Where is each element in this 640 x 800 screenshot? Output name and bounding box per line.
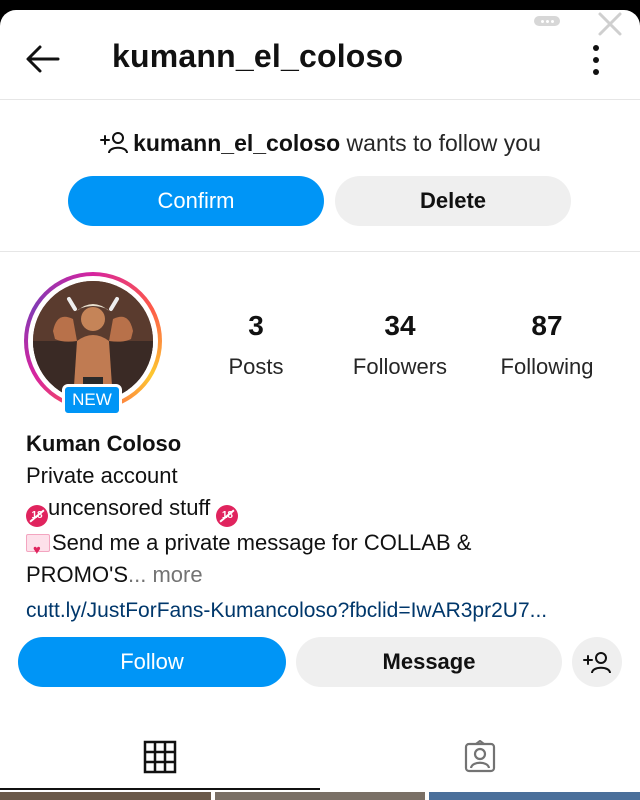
following-label: Following <box>500 354 594 379</box>
request-message: wants to follow you <box>340 130 541 156</box>
bio-line: Send me a private message for COLLAB & <box>26 527 626 566</box>
page-title: kumann_el_coloso <box>112 38 404 74</box>
post-thumbnail[interactable] <box>429 792 640 800</box>
followers-stat[interactable]: 34 Followers <box>344 310 456 380</box>
no-under-18-icon: 18 <box>216 505 239 527</box>
following-count: 87 <box>531 310 563 341</box>
love-letter-icon <box>26 534 50 566</box>
posts-count: 3 <box>248 310 264 341</box>
following-stat[interactable]: 87 Following <box>492 310 602 380</box>
posts-label: Posts <box>228 354 284 379</box>
followers-label: Followers <box>352 354 448 379</box>
follow-request-text: kumann_el_coloso wants to follow you <box>0 130 640 157</box>
new-badge: NEW <box>62 384 122 416</box>
more-link[interactable]: ... more <box>128 562 203 587</box>
follow-request-banner: kumann_el_coloso wants to follow you Con… <box>0 100 640 252</box>
bio-line-text: PROMO'S <box>26 562 128 587</box>
no-under-18-icon: 18 <box>26 505 48 527</box>
person-add-icon <box>583 652 611 674</box>
tab-posts-grid[interactable] <box>0 732 320 790</box>
bio-line: Private account <box>26 463 178 488</box>
suggested-users-button[interactable] <box>572 637 622 687</box>
bio-line-text: Send me a private message for COLLAB & <box>52 530 472 555</box>
follow-button[interactable]: Follow <box>18 637 286 687</box>
display-name: Kuman Coloso <box>26 431 182 456</box>
avatar-photo <box>33 281 153 401</box>
grid-icon <box>143 740 177 774</box>
post-thumbnail[interactable] <box>214 792 426 800</box>
post-thumbnail[interactable] <box>0 792 211 800</box>
posts-stat[interactable]: 3 Posts <box>220 310 292 380</box>
bio-link[interactable]: cutt.ly/JustForFans-Kumancoloso?fbclid=I… <box>26 595 626 627</box>
bio-line: 18 uncensored stuff 18 <box>26 492 626 527</box>
post-thumbnails-strip <box>0 792 640 800</box>
person-add-icon <box>100 132 129 154</box>
top-bar: kumann_el_coloso <box>0 10 640 100</box>
avatar <box>33 281 153 401</box>
followers-count: 34 <box>384 310 416 341</box>
confirm-button[interactable]: Confirm <box>68 176 324 226</box>
tagged-icon <box>464 740 496 773</box>
bio: Kuman Coloso Private account 18 uncensore… <box>26 428 626 627</box>
delete-button[interactable]: Delete <box>335 176 571 226</box>
bio-line: PROMO'S... more <box>26 559 626 591</box>
back-arrow-icon[interactable] <box>24 40 62 78</box>
tab-tagged[interactable] <box>320 732 640 790</box>
message-button[interactable]: Message <box>296 637 562 687</box>
bio-line-text: uncensored stuff <box>48 495 217 520</box>
more-options-icon[interactable] <box>592 42 600 78</box>
profile-sheet: kumann_el_coloso kumann_el_coloso wants … <box>0 10 640 800</box>
requester-username[interactable]: kumann_el_coloso <box>133 130 340 156</box>
